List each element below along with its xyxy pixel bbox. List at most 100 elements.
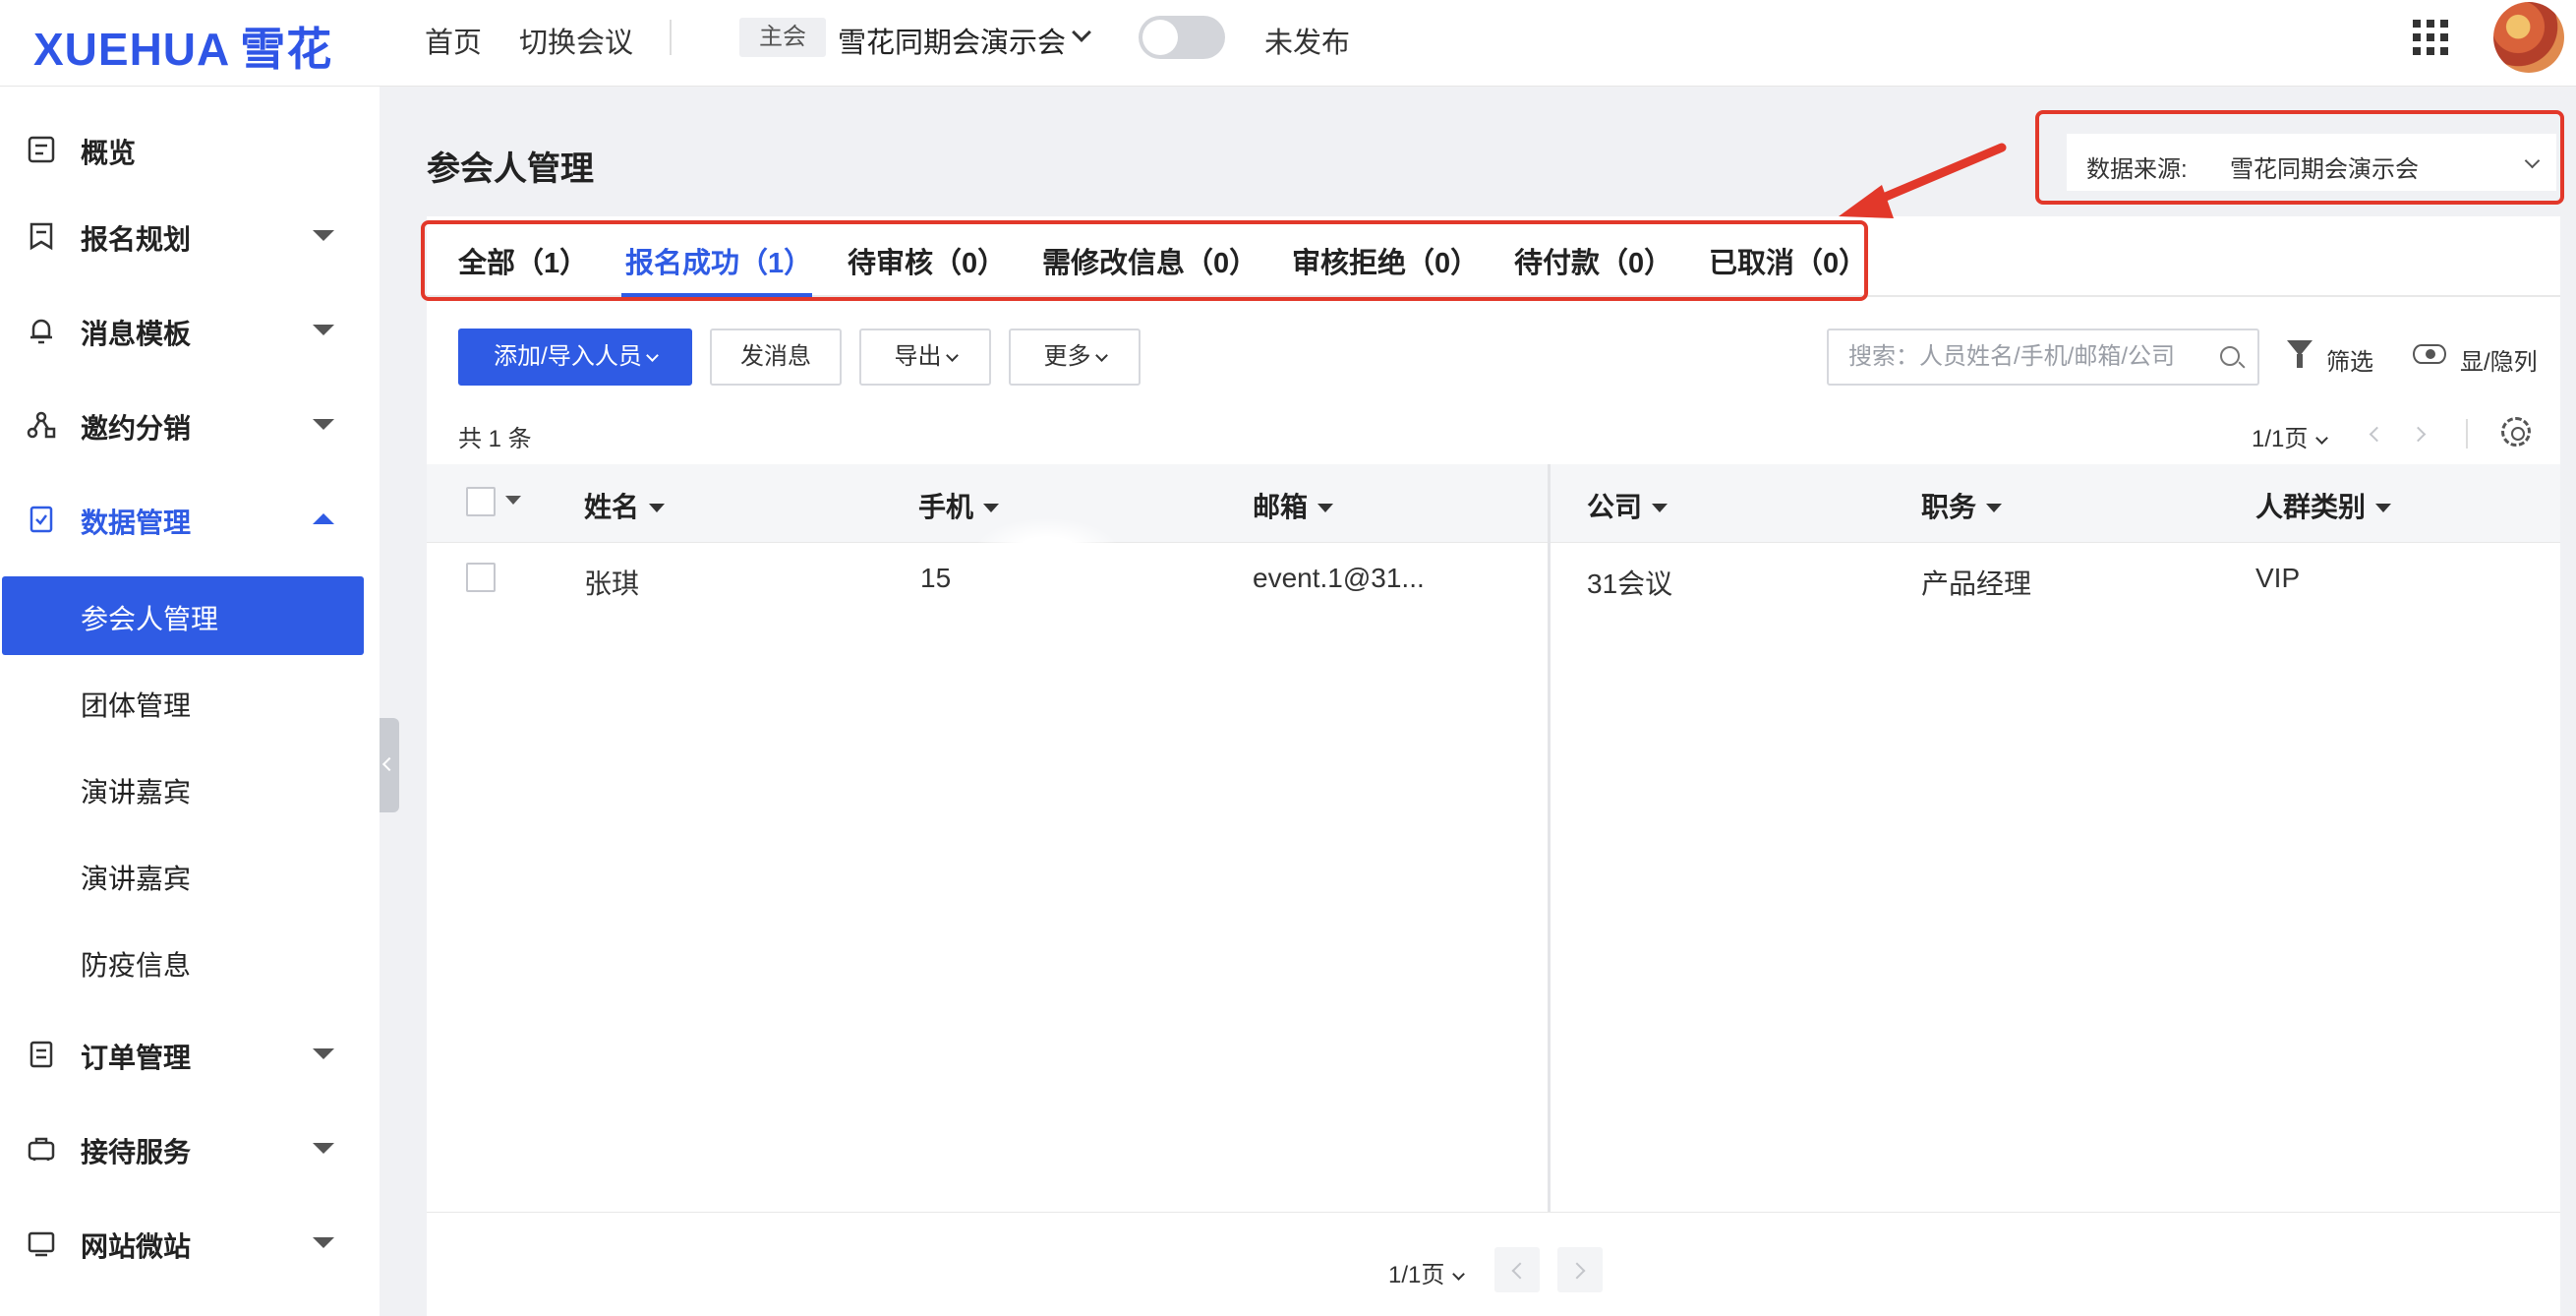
divider — [670, 20, 672, 55]
toggle-knob — [1142, 20, 1178, 55]
caret-down-icon — [313, 419, 334, 430]
column-header-email[interactable]: 邮箱 — [1253, 486, 1334, 525]
cell-email: event.1@31... — [1253, 563, 1425, 593]
sidebar-item-label: 数据管理 — [81, 508, 192, 538]
apps-grid-icon[interactable] — [2413, 20, 2448, 55]
prev-page-button[interactable] — [1494, 1247, 1540, 1292]
sidebar-item-label: 网站微站 — [81, 1231, 192, 1262]
export-label: 导出 — [894, 343, 942, 370]
sort-icon — [1317, 504, 1334, 512]
page-indicator: 1/1页 — [1388, 1262, 1445, 1288]
sidebar-item-label: 邀约分销 — [81, 413, 192, 444]
cell-title: 产品经理 — [1921, 568, 2032, 599]
highlight-frame — [421, 220, 1868, 301]
order-icon — [29, 1041, 53, 1068]
add-import-label: 添加/导入人员 — [494, 343, 642, 370]
fixed-column-divider[interactable] — [1548, 464, 1551, 1212]
column-header-group[interactable]: 人群类别 — [2255, 486, 2392, 525]
data-icon — [29, 506, 53, 533]
footer-divider — [427, 1212, 2560, 1213]
more-button[interactable]: 更多 — [1009, 329, 1141, 386]
registration-icon — [29, 222, 53, 251]
avatar[interactable] — [2493, 2, 2564, 73]
divider — [2466, 419, 2468, 449]
column-header-title[interactable]: 职务 — [1921, 486, 2003, 525]
sidebar-item-orders[interactable]: 订单管理 — [0, 1015, 380, 1094]
logo[interactable]: XUEHUA 雪花 — [33, 14, 332, 79]
sidebar-subitem-groups[interactable]: 团体管理 — [2, 663, 364, 742]
gear-icon[interactable] — [2501, 417, 2531, 447]
caret-down-icon — [313, 1048, 334, 1059]
sidebar-item-label: 接待服务 — [81, 1137, 192, 1167]
caret-down-icon — [313, 325, 334, 335]
reception-icon — [28, 1137, 55, 1161]
sidebar-item-registration[interactable]: 报名规划 — [0, 197, 380, 275]
row-checkbox[interactable] — [466, 563, 496, 592]
column-header-label: 公司 — [1587, 492, 1643, 522]
prev-page-button[interactable] — [2358, 417, 2391, 450]
sidebar-item-website[interactable]: 网站微站 — [0, 1204, 380, 1283]
filter-icon[interactable] — [2287, 340, 2313, 368]
cell-phone: 15 — [920, 563, 952, 593]
data-source-label: 数据来源: — [2086, 156, 2188, 183]
table-header — [427, 464, 2560, 543]
sidebar-item-reception[interactable]: 接待服务 — [0, 1109, 380, 1188]
page-title: 参会人管理 — [427, 150, 594, 188]
sidebar-item-message-templates[interactable]: 消息模板 — [0, 291, 380, 370]
sidebar-collapse-handle[interactable] — [380, 718, 399, 812]
toggle-columns-button[interactable]: 显/隐列 — [2460, 342, 2538, 377]
search-icon[interactable] — [2220, 346, 2240, 366]
sidebar-item-invite-distribution[interactable]: 邀约分销 — [0, 386, 380, 464]
bell-icon — [30, 319, 52, 344]
cell-company: 31会议 — [1587, 568, 1673, 599]
select-all-checkbox[interactable] — [466, 487, 496, 516]
next-page-button[interactable] — [2403, 417, 2436, 450]
page-selector[interactable]: 1/1页 — [2252, 419, 2329, 453]
publish-toggle[interactable] — [1139, 16, 1225, 59]
caret-down-icon[interactable] — [505, 496, 521, 505]
sort-icon — [983, 504, 1000, 512]
nav-switch-conference[interactable]: 切换会议 — [519, 20, 633, 61]
chevron-down-icon[interactable] — [1072, 23, 1091, 42]
share-icon — [27, 411, 56, 439]
total-count: 共 1 条 — [458, 426, 532, 452]
logo-text-en: XUEHUA — [33, 24, 231, 75]
search-input[interactable] — [1848, 342, 2202, 372]
nav-home[interactable]: 首页 — [425, 20, 482, 61]
column-header-name[interactable]: 姓名 — [584, 486, 666, 525]
caret-up-icon — [313, 513, 334, 524]
sidebar-subitem-label: 演讲嘉宾 — [81, 864, 192, 894]
sort-icon — [1986, 504, 2003, 512]
column-header-label: 姓名 — [584, 492, 640, 522]
sidebar-subitem-label: 团体管理 — [81, 690, 192, 721]
page-selector[interactable]: 1/1页 — [1388, 1255, 1466, 1289]
sort-icon — [649, 504, 666, 512]
column-header-label: 手机 — [918, 492, 974, 522]
sidebar-item-data-management[interactable]: 数据管理 — [0, 480, 380, 559]
add-import-button[interactable]: 添加/导入人员 — [458, 329, 692, 386]
eye-icon[interactable] — [2413, 344, 2446, 364]
sidebar-subitem-speakers-2[interactable]: 演讲嘉宾 — [2, 836, 364, 915]
sidebar-subitem-label: 参会人管理 — [81, 604, 219, 634]
sidebar-item-overview[interactable]: 概览 — [0, 110, 380, 189]
next-page-button[interactable] — [1557, 1247, 1603, 1292]
search-box — [1827, 329, 2259, 386]
column-header-company[interactable]: 公司 — [1587, 486, 1669, 525]
chevron-down-icon — [945, 349, 959, 362]
cell-group: VIP — [2255, 563, 2301, 593]
column-header-label: 人群类别 — [2255, 492, 2367, 522]
sidebar-item-label: 订单管理 — [81, 1043, 192, 1073]
top-bar: XUEHUA 雪花 首页 切换会议 主会 雪花同期会演示会 未发布 — [0, 0, 2576, 87]
filter-button[interactable]: 筛选 — [2326, 342, 2373, 377]
data-source-value[interactable]: 雪花同期会演示会 — [2230, 150, 2419, 184]
caret-down-icon — [313, 1237, 334, 1248]
sidebar-subitem-epidemic-info[interactable]: 防疫信息 — [2, 923, 364, 1001]
sidebar-subitem-attendees[interactable]: 参会人管理 — [2, 576, 364, 655]
export-button[interactable]: 导出 — [859, 329, 991, 386]
send-message-button[interactable]: 发消息 — [710, 329, 842, 386]
website-icon — [28, 1231, 55, 1257]
more-label: 更多 — [1043, 343, 1091, 370]
sidebar-item-label: 概览 — [81, 138, 137, 168]
sidebar-subitem-speakers[interactable]: 演讲嘉宾 — [2, 749, 364, 828]
conference-selector[interactable]: 雪花同期会演示会 — [838, 20, 1066, 61]
